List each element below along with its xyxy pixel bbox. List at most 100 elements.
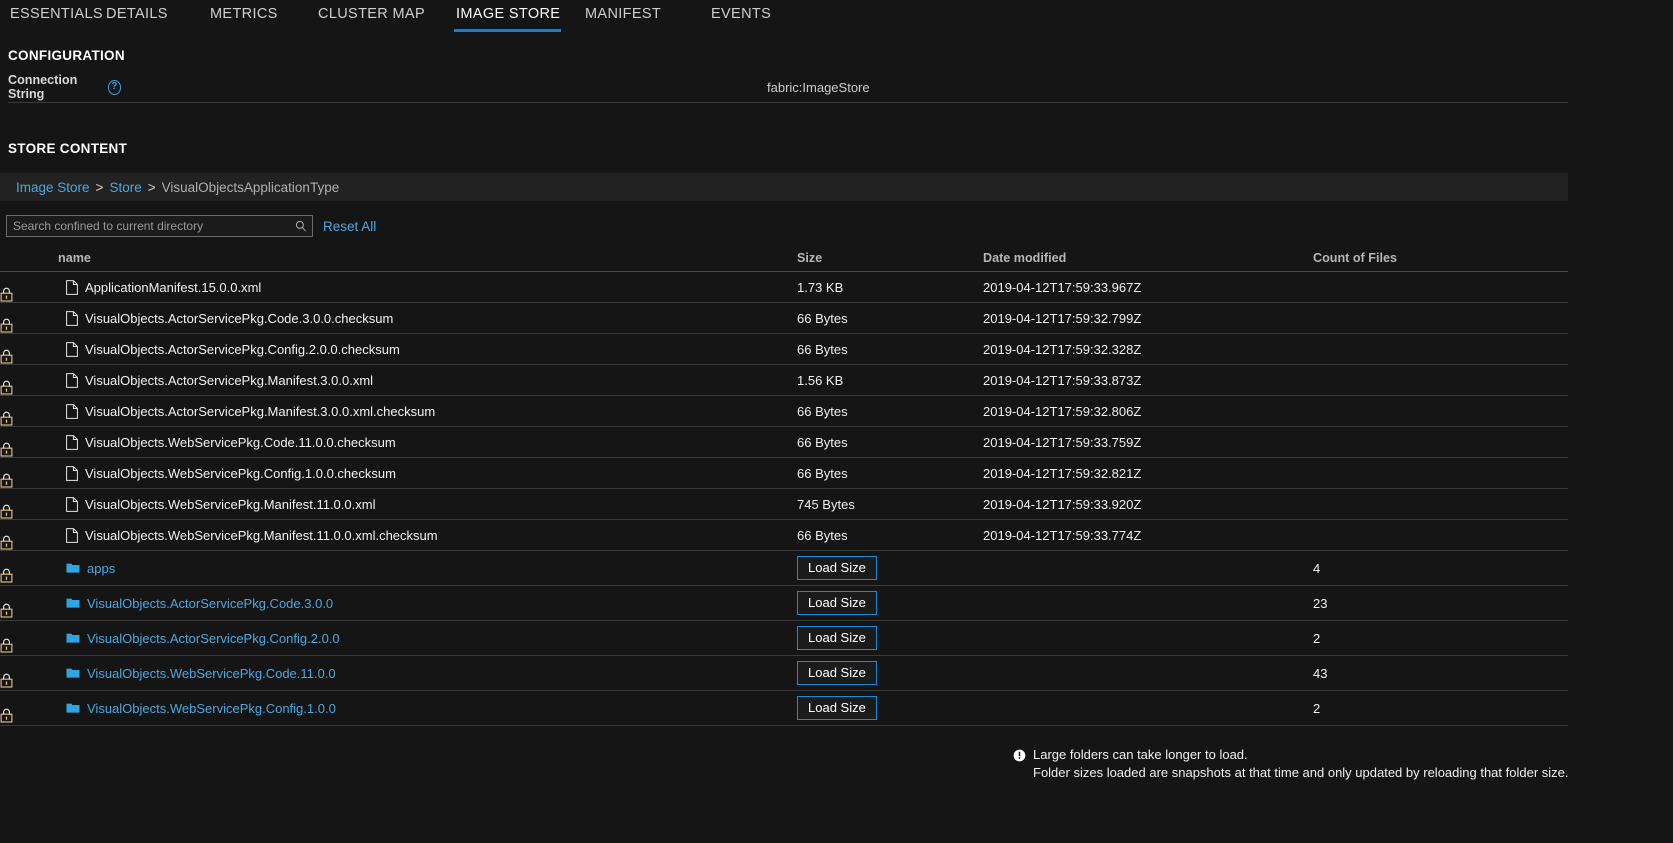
name-cell-content: VisualObjects.ActorServicePkg.Code.3.0.0 [58, 596, 797, 611]
col-header-name[interactable]: name [58, 245, 797, 272]
row-size-cell: 66 Bytes [797, 519, 983, 551]
row-size-cell: 66 Bytes [797, 333, 983, 365]
lock-icon-wrap [0, 588, 58, 618]
row-name-cell: VisualObjects.ActorServicePkg.Config.2.0… [58, 333, 797, 365]
store-content-heading: STORE CONTENT [8, 141, 128, 156]
folder-link[interactable]: VisualObjects.WebServicePkg.Code.11.0.0 [87, 666, 336, 681]
folder-link[interactable]: apps [87, 561, 115, 576]
row-lock-cell [0, 690, 58, 726]
name-cell-content: apps [58, 561, 797, 576]
row-date-cell: 2019-04-12T17:59:33.967Z [983, 271, 1313, 303]
lock-icon [0, 411, 13, 426]
row-date-cell: 2019-04-12T17:59:32.806Z [983, 395, 1313, 427]
tab-active-underline [454, 29, 561, 32]
tab-cluster-map[interactable]: CLUSTER MAP [316, 0, 454, 32]
name-cell-content: VisualObjects.ActorServicePkg.Config.2.0… [58, 342, 797, 357]
size-value: 66 Bytes [797, 527, 848, 543]
lock-icon-wrap [0, 334, 58, 364]
col-header-size[interactable]: Size [797, 245, 983, 272]
col-header-lock [0, 245, 58, 272]
count-of-files-value: 2 [1313, 700, 1321, 716]
count-of-files-value: 2 [1313, 630, 1321, 646]
breadcrumb-separator: > [95, 179, 104, 195]
count-of-files-value: 23 [1313, 595, 1328, 611]
row-name-cell: VisualObjects.WebServicePkg.Config.1.0.0 [58, 690, 797, 726]
folder-link[interactable]: VisualObjects.ActorServicePkg.Code.3.0.0 [87, 596, 333, 611]
row-lock-cell [0, 550, 58, 586]
name-cell-content: VisualObjects.ActorServicePkg.Config.2.0… [58, 631, 797, 646]
row-date-cell [983, 620, 1313, 656]
help-icon[interactable]: ? [107, 79, 121, 95]
row-size-cell: 745 Bytes [797, 488, 983, 520]
load-size-button[interactable]: Load Size [797, 661, 877, 685]
row-lock-cell [0, 395, 58, 427]
row-size-cell: 66 Bytes [797, 395, 983, 427]
lock-icon-wrap [0, 693, 58, 723]
size-value: 66 Bytes [797, 465, 848, 481]
search-input[interactable] [7, 219, 312, 233]
row-lock-cell [0, 585, 58, 621]
lock-icon-wrap [0, 520, 58, 550]
row-date-cell: 2019-04-12T17:59:33.920Z [983, 488, 1313, 520]
name-cell-content: VisualObjects.ActorServicePkg.Code.3.0.0… [58, 311, 797, 326]
size-value: 745 Bytes [797, 496, 855, 512]
lock-icon [0, 603, 13, 618]
file-label: VisualObjects.WebServicePkg.Manifest.11.… [85, 527, 438, 543]
lock-icon-wrap [0, 396, 58, 426]
load-size-button[interactable]: Load Size [797, 696, 877, 720]
row-name-cell: VisualObjects.ActorServicePkg.Config.2.0… [58, 620, 797, 656]
search-input-wrap[interactable] [6, 215, 313, 237]
load-size-button[interactable]: Load Size [797, 556, 877, 580]
file-label: VisualObjects.ActorServicePkg.Code.3.0.0… [85, 310, 394, 326]
row-date-cell: 2019-04-12T17:59:32.328Z [983, 333, 1313, 365]
tab-manifest[interactable]: MANIFEST [583, 0, 709, 32]
tab-label: DETAILS [106, 6, 168, 22]
file-icon [66, 372, 78, 388]
col-header-date-modified[interactable]: Date modified [983, 245, 1313, 272]
row-lock-cell [0, 620, 58, 656]
breadcrumb-image-store[interactable]: Image Store [16, 180, 90, 195]
col-header-count-of-files[interactable]: Count of Files [1313, 245, 1568, 272]
lock-icon [0, 349, 13, 364]
row-count-cell [1313, 426, 1568, 458]
tab-events[interactable]: EVENTS [709, 0, 809, 32]
store-content-section: STORE CONTENT [0, 141, 1673, 156]
row-size-cell: Load Size [797, 620, 983, 656]
row-lock-cell [0, 364, 58, 396]
date-modified-value: 2019-04-12T17:59:32.328Z [983, 341, 1142, 357]
size-value: 66 Bytes [797, 310, 848, 326]
row-count-cell [1313, 271, 1568, 303]
breadcrumb-store[interactable]: Store [109, 180, 141, 195]
folder-link[interactable]: VisualObjects.WebServicePkg.Config.1.0.0 [87, 701, 336, 716]
tab-details[interactable]: DETAILS [104, 0, 208, 32]
name-cell-content: VisualObjects.WebServicePkg.Code.11.0.0 [58, 666, 797, 681]
file-label: VisualObjects.ActorServicePkg.Manifest.3… [85, 403, 436, 419]
breadcrumb: Image Store > Store > VisualObjectsAppli… [0, 173, 1568, 201]
tab-image-store[interactable]: IMAGE STORE [454, 0, 561, 32]
size-value: 66 Bytes [797, 434, 848, 450]
count-of-files-value: 43 [1313, 665, 1328, 681]
row-count-cell [1313, 519, 1568, 551]
lock-icon-wrap [0, 272, 58, 302]
tab-metrics[interactable]: METRICS [208, 0, 316, 32]
footer-note-line-2: Folder sizes loaded are snapshots at tha… [1033, 765, 1569, 780]
table-row: VisualObjects.ActorServicePkg.Manifest.3… [0, 364, 1568, 396]
table-row: VisualObjects.WebServicePkg.Manifest.11.… [0, 519, 1568, 551]
load-size-button[interactable]: Load Size [797, 626, 877, 650]
tab-essentials[interactable]: ESSENTIALS [8, 0, 104, 32]
file-icon [66, 341, 78, 357]
row-date-cell [983, 585, 1313, 621]
reset-all-button[interactable]: Reset All [323, 219, 376, 234]
row-lock-cell [0, 519, 58, 551]
lock-icon [0, 442, 13, 457]
file-icon [66, 310, 78, 326]
folder-link[interactable]: VisualObjects.ActorServicePkg.Config.2.0… [87, 631, 340, 646]
load-size-button[interactable]: Load Size [797, 591, 877, 615]
row-size-cell: 66 Bytes [797, 426, 983, 458]
count-of-files-value: 4 [1313, 560, 1321, 576]
footer-note-line-1: Large folders can take longer to load. [1033, 747, 1248, 762]
row-date-cell: 2019-04-12T17:59:32.799Z [983, 302, 1313, 334]
file-label: VisualObjects.WebServicePkg.Manifest.11.… [85, 496, 376, 512]
row-lock-cell [0, 655, 58, 691]
row-lock-cell [0, 426, 58, 458]
